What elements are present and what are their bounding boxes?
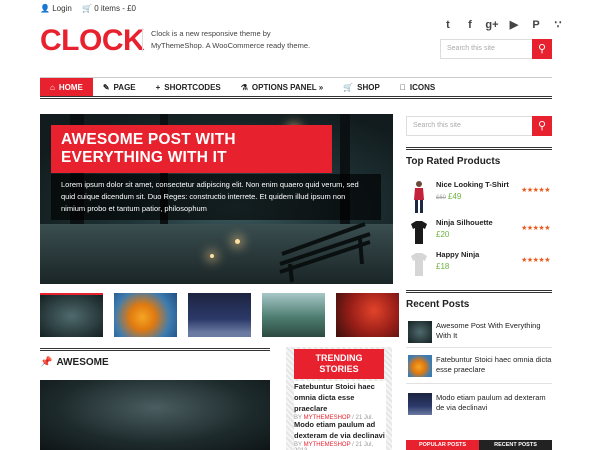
slider-thumbnails (40, 293, 399, 337)
recent-post-image[interactable] (408, 355, 432, 377)
product-current-price: £49 (448, 192, 462, 201)
trending-stories: TRENDING STORIES Fatebuntur Stoici haec … (286, 347, 392, 450)
pin-icon: 📌 (40, 357, 53, 368)
divider (406, 347, 552, 348)
recent-post-image[interactable] (408, 321, 432, 343)
product-current-price: £18 (436, 262, 450, 271)
product-price: £20 (436, 230, 449, 239)
slider-thumb[interactable] (336, 293, 399, 337)
pinterest-icon[interactable]: P (528, 17, 544, 33)
tab-recent-posts[interactable]: RECENT POSTS (479, 440, 552, 450)
product-image[interactable] (408, 250, 430, 284)
trending-title: TRENDING STORIES (294, 349, 384, 379)
product-item[interactable]: Ninja Silhouette £20 ★★★★★ (406, 218, 552, 252)
facebook-icon[interactable]: f (462, 17, 478, 33)
recent-post-image[interactable] (408, 393, 432, 415)
top-rated-title: Top Rated Products (406, 147, 552, 167)
product-rating: ★★★★★ (521, 187, 550, 194)
site-tagline: Clock is a new responsive theme by MyThe… (142, 28, 312, 52)
section-title: AWESOME (56, 357, 109, 368)
slider-thumb[interactable] (40, 293, 103, 337)
product-item[interactable]: Happy Ninja £18 ★★★★★ (406, 250, 552, 284)
recent-posts-title: Recent Posts (406, 290, 552, 310)
google-plus-icon[interactable]: g+ (484, 17, 500, 33)
nav-item-options-panel[interactable]: ⚗ OPTIONS PANEL » (231, 78, 333, 96)
product-name[interactable]: Ninja Silhouette (436, 218, 493, 227)
twitter-icon[interactable]: t (440, 17, 456, 33)
posts-tabs: POPULAR POSTS RECENT POSTS (406, 440, 552, 450)
nav-item-shop[interactable]: 🛒 SHOP (333, 78, 390, 96)
post-author[interactable]: MYTHEMESHOP (304, 442, 351, 448)
recent-post-title[interactable]: Fatebuntur Stoici haec omnia dicta esse … (436, 355, 552, 375)
sidebar-search[interactable]: Search this site ⚲ (406, 116, 552, 136)
product-name[interactable]: Happy Ninja (436, 250, 479, 259)
hero-title[interactable]: AWESOME POST WITH EVERYTHING WITH IT (51, 125, 332, 173)
nav-label: SHOP (357, 83, 380, 92)
nav-label: PAGE (113, 83, 136, 92)
page-icon: ✎ (102, 83, 110, 92)
home-icon: ⌂ (50, 83, 55, 92)
youtube-icon[interactable]: ▶ (506, 17, 522, 33)
nav-item-home[interactable]: ⌂ HOME (40, 78, 93, 96)
slider-thumb[interactable] (262, 293, 325, 337)
product-image[interactable] (408, 218, 430, 252)
nav-label: OPTIONS PANEL » (251, 83, 324, 92)
divider (406, 383, 552, 384)
product-rating: ★★★★★ (521, 225, 550, 232)
nav-label: ICONS (403, 83, 435, 92)
nav-item-shortcodes[interactable]: + SHORTCODES (146, 78, 231, 96)
recent-post[interactable]: Awesome Post With Everything With It (406, 321, 552, 345)
social-icons: t f g+ ▶ P ∵ (440, 17, 566, 33)
trending-post-title[interactable]: Fatebuntur Stoici haec omnia dicta esse … (294, 381, 386, 414)
product-name[interactable]: Nice Looking T-Shirt (436, 180, 509, 189)
recent-post-title[interactable]: Awesome Post With Everything With It (436, 321, 552, 341)
nav-item-icons[interactable]: ICONS (390, 78, 445, 96)
recent-post[interactable]: Modo etiam paulum ad dexteram de via dec… (406, 393, 552, 417)
apple-icon:  (400, 83, 406, 92)
product-current-price: £20 (436, 230, 450, 239)
trending-post-title[interactable]: Modo etiam paulum ad dexteram de via dec… (294, 419, 386, 441)
hero-excerpt: Lorem ipsum dolor sit amet, consectetur … (51, 174, 381, 220)
product-image[interactable] (408, 180, 430, 214)
section-post-image[interactable] (40, 380, 270, 450)
rss-icon[interactable]: ∵ (550, 17, 566, 33)
product-item[interactable]: Nice Looking T-Shirt £60 £49 ★★★★★ (406, 180, 552, 214)
recent-post[interactable]: Fatebuntur Stoici haec omnia dicta esse … (406, 355, 552, 379)
product-rating: ★★★★★ (521, 257, 550, 264)
login-link[interactable]: 👤 Login (40, 4, 76, 13)
cart-link[interactable]: 🛒 0 items - £0 (82, 4, 140, 13)
search-button[interactable]: ⚲ (532, 39, 552, 59)
plus-icon: + (155, 83, 161, 92)
trending-post-meta: BY MYTHEMESHOP / 21 Jul, 2013 (294, 442, 386, 450)
site-logo[interactable]: CLOCK (40, 24, 145, 58)
product-old-price: £60 (436, 195, 447, 201)
nav-item-page[interactable]: ✎ PAGE (93, 78, 146, 96)
nav-label: SHORTCODES (164, 83, 221, 92)
header-search[interactable]: Search this site ⚲ (440, 39, 552, 59)
search-icon: ⚲ (537, 120, 547, 132)
top-bar: 👤 Login 🛒 0 items - £0 (40, 4, 144, 13)
search-input[interactable]: Search this site (447, 45, 495, 52)
flask-icon: ⚗ (240, 83, 248, 92)
section-heading: 📌 AWESOME (40, 348, 270, 368)
slider-thumb[interactable] (188, 293, 251, 337)
recent-post-title[interactable]: Modo etiam paulum ad dexteram de via dec… (436, 393, 552, 413)
search-button[interactable]: ⚲ (532, 116, 552, 136)
main-nav: ⌂ HOME ✎ PAGE + SHORTCODES ⚗ OPTIONS PANEL »… (40, 77, 552, 99)
login-label: Login (52, 4, 72, 13)
product-price: £60 £49 (436, 192, 461, 201)
cart-label: 0 items - £0 (94, 4, 136, 13)
bench-shape (279, 222, 371, 283)
search-icon: ⚲ (537, 43, 547, 55)
trending-post[interactable]: Modo etiam paulum ad dexteram de via dec… (294, 419, 386, 450)
lamp-light (210, 254, 214, 258)
search-input[interactable]: Search this site (413, 122, 461, 129)
tab-popular-posts[interactable]: POPULAR POSTS (406, 440, 479, 450)
product-price: £18 (436, 262, 449, 271)
nav-label: HOME (58, 83, 83, 92)
slider-thumb[interactable] (114, 293, 177, 337)
lamp-light (235, 239, 240, 244)
cart-icon: 🛒 (343, 83, 354, 92)
